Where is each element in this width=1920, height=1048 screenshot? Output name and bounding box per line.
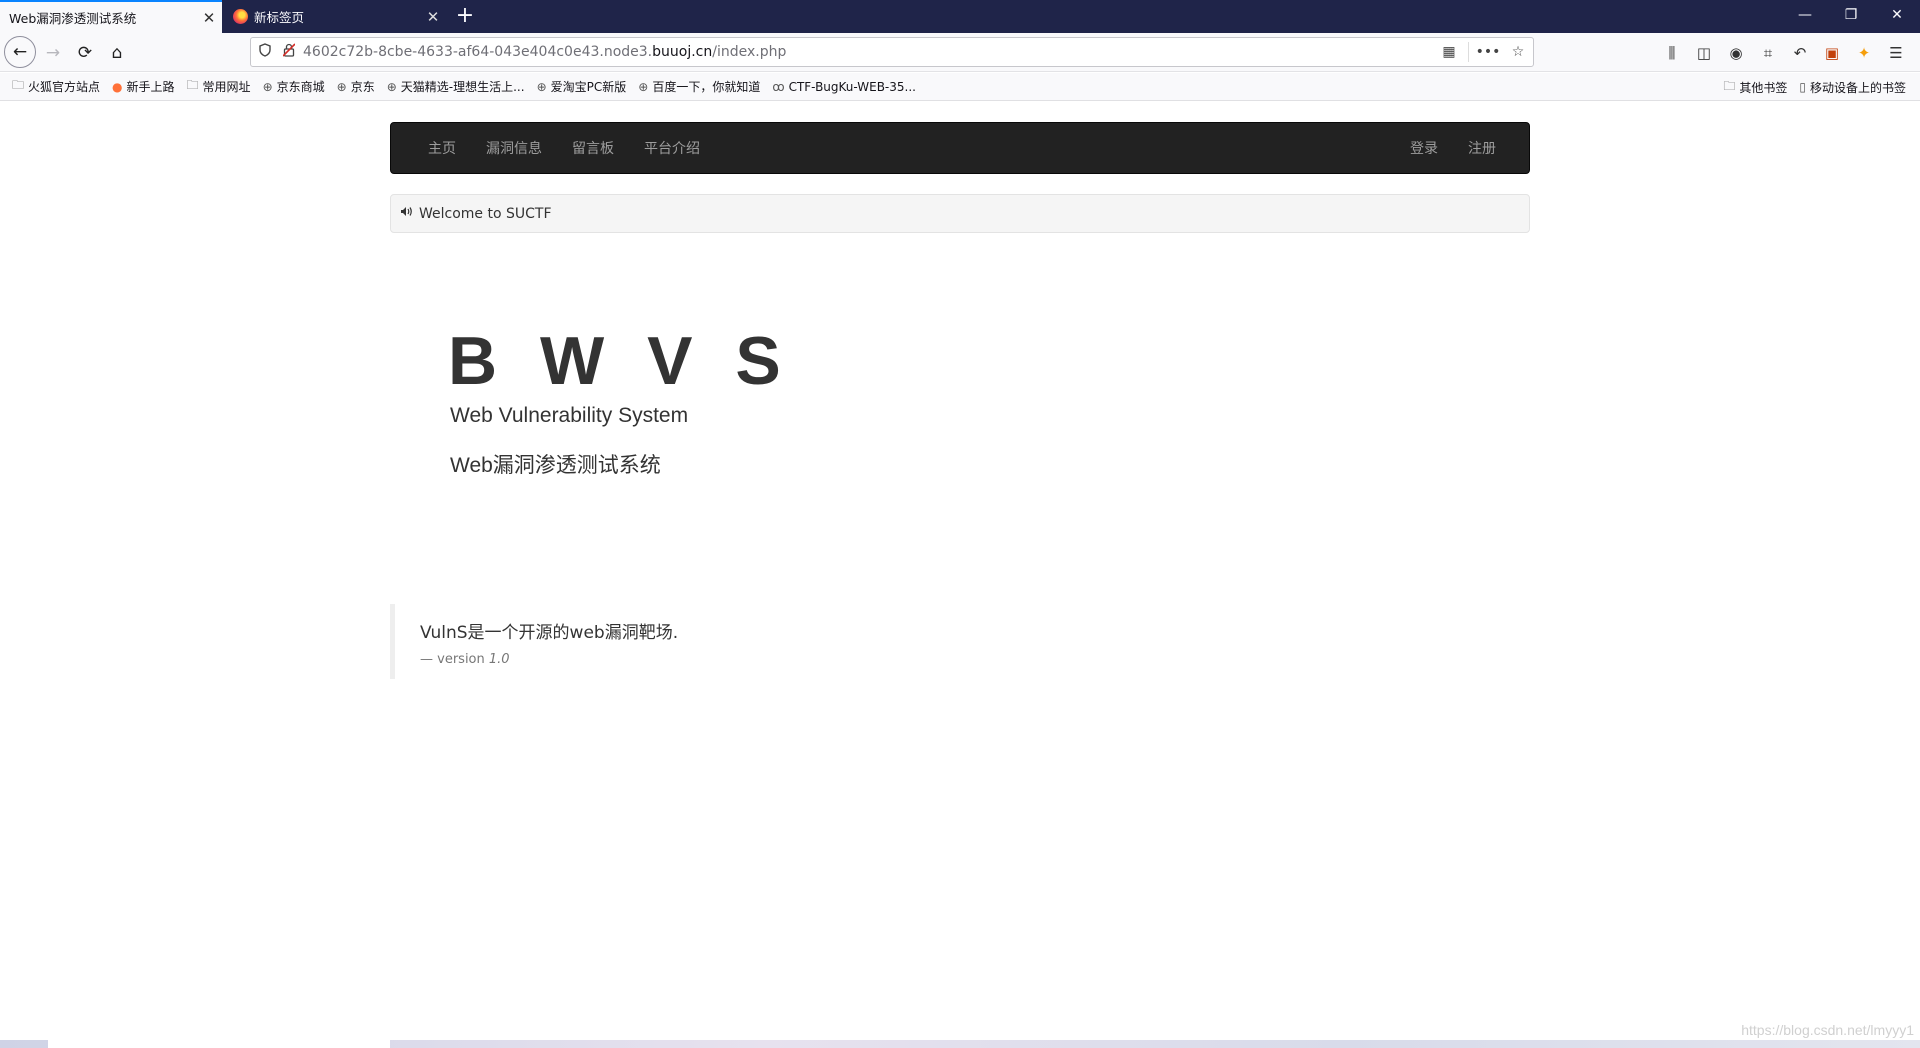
qr-code-icon[interactable]: ▦ bbox=[1434, 44, 1464, 60]
library-icon[interactable]: ⫼ bbox=[1656, 38, 1688, 68]
mobile-icon: ▯ bbox=[1799, 80, 1806, 94]
subtitle-english: Web Vulnerability System bbox=[450, 404, 689, 427]
site-nav-right: 登录 注册 bbox=[1395, 123, 1511, 173]
close-window-button[interactable]: ✕ bbox=[1874, 0, 1920, 33]
brand-title: B W V S bbox=[448, 323, 793, 399]
subtitle-chinese: Web漏洞渗透测试系统 bbox=[450, 454, 661, 477]
site-nav-left: 主页 漏洞信息 留言板 平台介绍 bbox=[413, 123, 715, 173]
bookmark-item[interactable]: ⊕ 天猫精选-理想生活上... bbox=[381, 78, 531, 95]
page-actions-icon[interactable]: ••• bbox=[1473, 44, 1503, 60]
globe-icon: ⊕ bbox=[638, 79, 649, 94]
tab-active[interactable]: Web漏洞渗透测试系统 ✕ bbox=[0, 0, 222, 33]
bookmark-label: 百度一下，你就知道 bbox=[652, 80, 761, 94]
globe-icon: ⊕ bbox=[386, 79, 397, 94]
url-separator bbox=[1468, 42, 1469, 62]
nav-guestbook-link[interactable]: 留言板 bbox=[557, 138, 629, 158]
site-navbar: 主页 漏洞信息 留言板 平台介绍 登录 注册 bbox=[390, 122, 1530, 174]
version-number: 1.0 bbox=[488, 652, 510, 667]
firefox-icon: ● bbox=[112, 79, 123, 94]
home-button[interactable]: ⌂ bbox=[102, 38, 132, 68]
bookmarks-toolbar: 🗀 火狐官方站点 ● 新手上路 🗀 常用网址 ⊕ 京东商城 ⊕ 京东 ⊕ 天猫精选-理想生活… bbox=[0, 73, 1920, 101]
bookmark-label: 新手上路 bbox=[126, 80, 175, 94]
reload-button[interactable]: ⟳ bbox=[70, 38, 100, 68]
forward-button[interactable]: → bbox=[38, 38, 68, 68]
bookmark-mobile[interactable]: ▯ 移动设备上的书签 bbox=[1793, 79, 1912, 96]
back-button[interactable]: ← bbox=[4, 36, 36, 68]
folder-icon: 🗀 bbox=[12, 78, 25, 92]
tab-new-tab[interactable]: 新标签页 ✕ bbox=[224, 0, 446, 33]
bookmark-label: 移动设备上的书签 bbox=[1809, 80, 1906, 95]
screenshot-icon[interactable]: ⌗ bbox=[1752, 38, 1784, 68]
undo-icon[interactable]: ↶ bbox=[1784, 38, 1816, 68]
addon-icon[interactable]: ✦ bbox=[1848, 38, 1880, 68]
globe-icon: ⊕ bbox=[262, 79, 273, 94]
nav-vulns-link[interactable]: 漏洞信息 bbox=[471, 138, 557, 158]
taskbar-segment bbox=[48, 1040, 390, 1048]
menu-icon[interactable]: ☰ bbox=[1880, 38, 1912, 68]
globe-icon: ⊕ bbox=[336, 79, 347, 94]
url-actions: ▦ ••• ☆ bbox=[1434, 42, 1533, 62]
bookmark-other[interactable]: 🗀 其他书签 bbox=[1717, 77, 1793, 98]
tab-strip: Web漏洞渗透测试系统 ✕ 新标签页 ✕ + — ❐ ✕ bbox=[0, 0, 1920, 33]
bookmark-item[interactable]: ⊕ 京东 bbox=[331, 78, 381, 95]
url-domain: buuoj.cn bbox=[652, 44, 713, 60]
bookmark-item[interactable]: 🗀 常用网址 bbox=[181, 76, 257, 97]
folder-icon: 🗀 bbox=[1723, 78, 1736, 93]
restore-button[interactable]: ❐ bbox=[1828, 0, 1874, 33]
tab-title: Web漏洞渗透测试系统 bbox=[9, 11, 137, 26]
quote-footer: — version 1.0 bbox=[420, 652, 510, 667]
url-bar[interactable]: 4602c72b-8cbe-4633-af64-043e404c0e43.nod… bbox=[250, 37, 1534, 67]
bookmark-label: CTF-BugKu-WEB-35... bbox=[788, 79, 916, 94]
bookmark-item[interactable]: ● 新手上路 bbox=[106, 78, 181, 95]
quote-text: VulnS是一个开源的web漏洞靶场. bbox=[420, 623, 679, 643]
bookmark-label: 天猫精选-理想生活上... bbox=[400, 80, 525, 94]
extension-icon[interactable]: ▣ bbox=[1816, 38, 1848, 68]
notice-bar: Welcome to SUCTF bbox=[390, 194, 1530, 233]
minimize-button[interactable]: — bbox=[1782, 0, 1828, 33]
new-tab-button[interactable]: + bbox=[451, 4, 479, 30]
bookmark-item[interactable]: ꝏ CTF-BugKu-WEB-35... bbox=[766, 80, 922, 94]
nav-home-link[interactable]: 主页 bbox=[413, 138, 471, 158]
bookmark-label: 京东 bbox=[350, 80, 375, 94]
insecure-lock-icon[interactable] bbox=[279, 43, 299, 61]
bookmark-label: 京东商城 bbox=[276, 80, 325, 94]
tab-title: 新标签页 bbox=[254, 10, 305, 25]
bookmark-label: 火狐官方站点 bbox=[28, 80, 101, 94]
tracking-shield-icon[interactable] bbox=[251, 43, 279, 61]
url-path: /index.php bbox=[712, 44, 787, 60]
notice-text: Welcome to SUCTF bbox=[419, 205, 552, 222]
account-icon[interactable]: ◉ bbox=[1720, 38, 1752, 68]
url-text[interactable]: 4602c72b-8cbe-4633-af64-043e404c0e43.nod… bbox=[299, 44, 1434, 60]
window-controls: — ❐ ✕ bbox=[1782, 0, 1920, 33]
firefox-icon bbox=[233, 9, 248, 24]
tab-close-icon[interactable]: ✕ bbox=[420, 8, 446, 26]
nav-login-link[interactable]: 登录 bbox=[1395, 138, 1453, 158]
watermark: https://blog.csdn.net/lmyyy1 bbox=[1741, 1022, 1914, 1038]
taskbar-strip bbox=[0, 1040, 1920, 1048]
bookmarks-right: 🗀 其他书签 ▯ 移动设备上的书签 bbox=[1717, 73, 1912, 101]
bookmark-label: 爱淘宝PC新版 bbox=[550, 80, 627, 94]
folder-icon: 🗀 bbox=[186, 78, 199, 92]
nav-about-link[interactable]: 平台介绍 bbox=[629, 138, 715, 158]
bookmark-item[interactable]: ⊕ 百度一下，你就知道 bbox=[632, 78, 766, 95]
bookmark-label: 常用网址 bbox=[202, 80, 251, 94]
navigation-toolbar: ← → ⟳ ⌂ 4602c72b-8cbe-4633-af64-043e404c… bbox=[0, 33, 1920, 72]
speaker-icon bbox=[400, 206, 413, 221]
url-prefix: 4602c72b-8cbe-4633-af64-043e404c0e43.nod… bbox=[303, 44, 653, 60]
bug-icon: ꝏ bbox=[772, 79, 785, 94]
globe-icon: ⊕ bbox=[536, 79, 547, 94]
bookmark-item[interactable]: ⊕ 爱淘宝PC新版 bbox=[531, 78, 633, 95]
bookmark-item[interactable]: 🗀 火狐官方站点 bbox=[0, 76, 106, 97]
tab-close-icon[interactable]: ✕ bbox=[196, 9, 222, 27]
version-label: — version bbox=[420, 652, 485, 667]
bookmark-label: 其他书签 bbox=[1739, 80, 1788, 95]
bookmark-item[interactable]: ⊕ 京东商城 bbox=[257, 78, 331, 95]
intro-blockquote: VulnS是一个开源的web漏洞靶场. — version 1.0 bbox=[390, 604, 990, 679]
toolbar-right: ⫼ ◫ ◉ ⌗ ↶ ▣ ✦ ☰ bbox=[1656, 38, 1912, 68]
bookmark-star-icon[interactable]: ☆ bbox=[1503, 44, 1533, 60]
sidebar-icon[interactable]: ◫ bbox=[1688, 38, 1720, 68]
nav-register-link[interactable]: 注册 bbox=[1453, 138, 1511, 158]
